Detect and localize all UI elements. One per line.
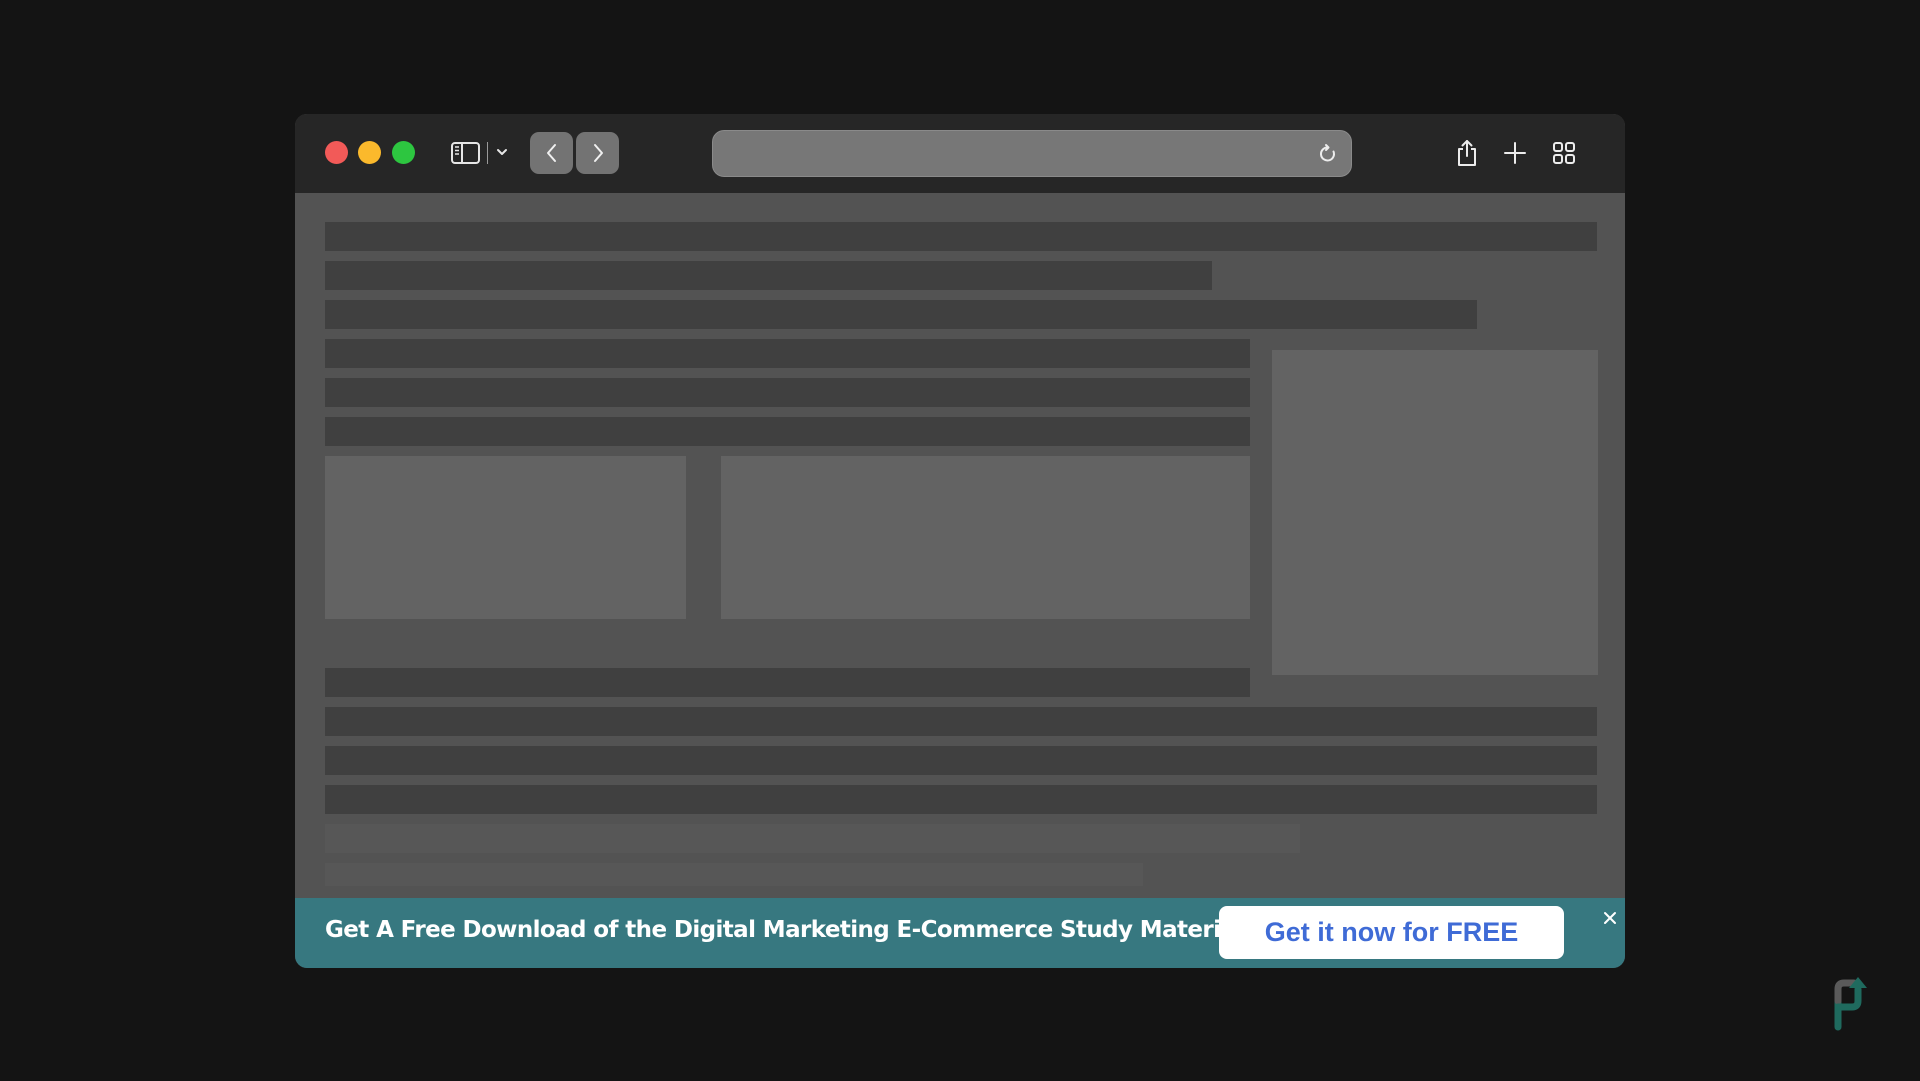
reload-icon[interactable]	[1317, 143, 1339, 165]
skeleton-line	[325, 668, 1250, 697]
chevron-right-icon	[593, 144, 603, 162]
skeleton-line	[325, 863, 1143, 886]
minimize-window-button[interactable]	[358, 141, 381, 164]
forward-button[interactable]	[576, 132, 619, 174]
back-button[interactable]	[530, 132, 573, 174]
get-free-download-button[interactable]: Get it now for FREE	[1219, 906, 1564, 959]
skeleton-line	[325, 339, 1250, 368]
skeleton-sidebar-image	[1272, 350, 1598, 675]
page-content-skeleton	[295, 193, 1625, 898]
skeleton-line	[325, 300, 1477, 329]
brand-logo	[1828, 975, 1870, 1031]
skeleton-line	[325, 785, 1597, 814]
browser-toolbar	[295, 114, 1625, 193]
maximize-window-button[interactable]	[392, 141, 415, 164]
skeleton-image	[721, 456, 1250, 619]
browser-window: Get A Free Download of the Digital Marke…	[295, 114, 1625, 968]
close-icon[interactable]	[1601, 909, 1619, 927]
tab-overview-button[interactable]	[1550, 138, 1578, 168]
sidebar-icon[interactable]	[451, 142, 480, 164]
skeleton-line	[325, 707, 1597, 736]
chevron-down-icon[interactable]	[495, 144, 509, 160]
skeleton-line	[325, 417, 1250, 446]
close-window-button[interactable]	[325, 141, 348, 164]
plus-icon	[1504, 142, 1526, 164]
skeleton-line	[325, 222, 1597, 251]
share-icon[interactable]	[1453, 138, 1481, 168]
skeleton-line	[325, 378, 1250, 407]
address-bar[interactable]	[712, 130, 1352, 177]
skeleton-line	[325, 261, 1212, 290]
promo-banner: Get A Free Download of the Digital Marke…	[295, 898, 1625, 968]
chevron-left-icon	[546, 144, 556, 162]
skeleton-line	[325, 824, 1300, 853]
toolbar-divider	[487, 142, 488, 164]
skeleton-image	[325, 456, 686, 619]
skeleton-line	[325, 746, 1597, 775]
new-tab-button[interactable]	[1501, 138, 1529, 168]
promo-message: Get A Free Download of the Digital Marke…	[325, 917, 1243, 943]
grid-icon	[1553, 142, 1575, 164]
